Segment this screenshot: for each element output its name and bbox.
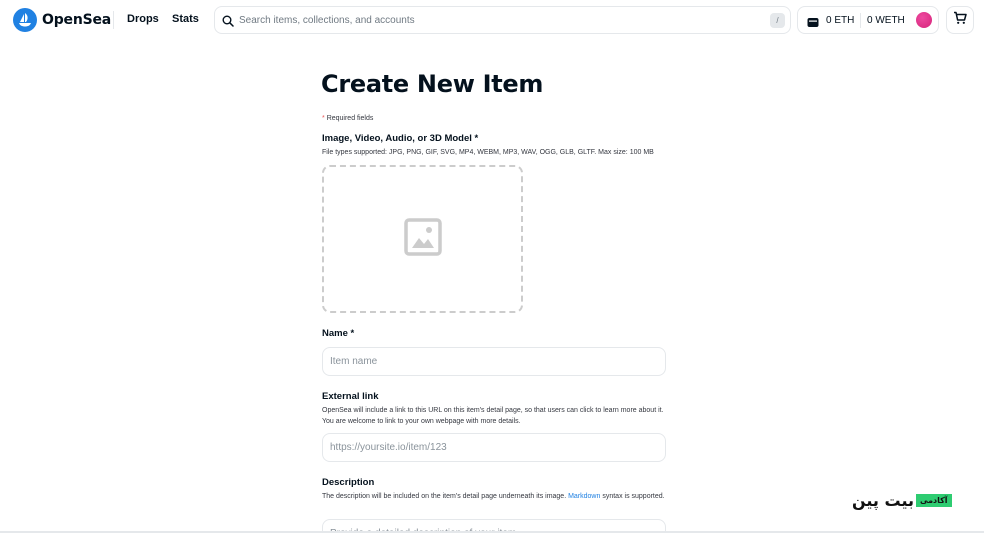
- cart-button[interactable]: [946, 6, 974, 34]
- watermark-text: بیت پین: [852, 491, 914, 510]
- page-title: Create New Item: [321, 70, 544, 98]
- wallet-balance-button[interactable]: 0 ETH 0 WETH: [797, 6, 939, 34]
- search-bar[interactable]: /: [214, 6, 791, 34]
- cart-icon: [953, 11, 967, 30]
- media-label: Image, Video, Audio, or 3D Model *: [322, 133, 479, 144]
- description-label: Description: [322, 477, 375, 488]
- wallet-divider: [860, 13, 861, 28]
- description-help-after: syntax is supported.: [600, 493, 665, 500]
- avatar[interactable]: [916, 12, 932, 28]
- opensea-logo[interactable]: OpenSea: [13, 8, 111, 32]
- search-icon: [222, 14, 234, 32]
- nav-stats-link[interactable]: Stats: [172, 13, 199, 25]
- description-help-text: The description will be included on the …: [322, 492, 667, 503]
- weth-balance: 0 WETH: [867, 15, 905, 26]
- watermark-badge: آکادمی: [915, 494, 952, 507]
- wallet-icon: [807, 15, 819, 33]
- external-link-label: External link: [322, 391, 379, 402]
- search-shortcut-key: /: [770, 13, 785, 28]
- description-help-before: The description will be included on the …: [322, 493, 569, 500]
- name-label: Name *: [322, 328, 355, 339]
- top-navbar: OpenSea Drops Stats / 0 ETH 0 WETH: [0, 0, 984, 40]
- media-upload-dropzone[interactable]: [322, 165, 523, 313]
- search-input[interactable]: [239, 7, 759, 33]
- markdown-link[interactable]: Markdown: [568, 493, 600, 500]
- eth-balance: 0 ETH: [826, 15, 855, 26]
- item-name-input[interactable]: [322, 347, 666, 376]
- opensea-logo-icon: [13, 8, 37, 32]
- required-note-text: Required fields: [326, 115, 374, 122]
- watermark: بیت پین آکادمی: [852, 491, 952, 510]
- brand-name: OpenSea: [42, 12, 112, 28]
- media-help-text: File types supported: JPG, PNG, GIF, SVG…: [322, 149, 654, 156]
- external-link-input[interactable]: [322, 433, 666, 462]
- image-placeholder-icon: [403, 217, 442, 261]
- nav-drops-link[interactable]: Drops: [127, 13, 159, 25]
- external-link-help-text: OpenSea will include a link to this URL …: [322, 407, 664, 425]
- required-star: *: [322, 115, 325, 122]
- required-fields-note: * Required fields: [322, 115, 373, 122]
- nav-divider: [113, 11, 114, 29]
